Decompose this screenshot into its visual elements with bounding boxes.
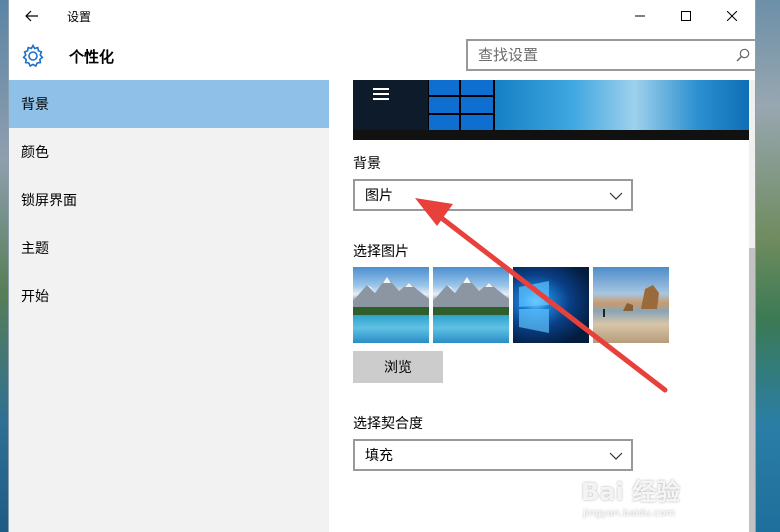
page-header: 个性化 — [9, 32, 755, 80]
close-icon — [727, 11, 737, 21]
mountain-image — [433, 277, 509, 315]
picture-thumbnails — [353, 267, 673, 343]
preview-wallpaper — [495, 80, 749, 130]
preview-taskbar — [353, 130, 749, 140]
search-box[interactable] — [466, 39, 755, 71]
sidebar-item-label: 颜色 — [21, 145, 49, 161]
baidu-watermark: Bai 经验 jingyan.baidu.com — [569, 468, 729, 526]
watermark-url: jingyan.baidu.com — [583, 508, 676, 519]
desktop-wallpaper-left — [0, 0, 8, 532]
minimize-icon — [635, 15, 645, 17]
browse-button[interactable]: 浏览 — [353, 351, 443, 383]
sidebar-item-lock-screen[interactable]: 锁屏界面 — [9, 176, 329, 224]
sidebar-item-label: 开始 — [21, 289, 49, 305]
back-button[interactable] — [9, 0, 55, 32]
picture-thumbnail-lake-1[interactable] — [353, 267, 429, 343]
desktop-wallpaper-right — [756, 0, 780, 532]
main-content: 背景 图片 选择图片 浏览 选择契合度 填充 — [329, 80, 755, 532]
picture-thumbnail-lake-2[interactable] — [433, 267, 509, 343]
sidebar-item-start[interactable]: 开始 — [9, 272, 329, 320]
minimize-button[interactable] — [617, 0, 663, 32]
sidebar-item-colors[interactable]: 颜色 — [9, 128, 329, 176]
background-dropdown[interactable]: 图片 — [353, 179, 633, 211]
window-controls — [617, 0, 755, 32]
background-dropdown-value: 图片 — [365, 188, 393, 204]
maximize-icon — [681, 11, 691, 21]
fit-dropdown-value: 填充 — [365, 448, 393, 464]
background-preview — [353, 80, 749, 140]
fit-dropdown[interactable]: 填充 — [353, 439, 633, 471]
beach-image — [603, 285, 659, 317]
sidebar-item-label: 背景 — [21, 97, 49, 113]
sidebar-item-background[interactable]: 背景 — [9, 80, 329, 128]
title-bar: 设置 — [9, 0, 755, 32]
page-title: 个性化 — [69, 48, 115, 66]
watermark-logo: Bai 经验 — [581, 478, 681, 506]
gear-icon — [22, 44, 44, 68]
fit-label: 选择契合度 — [353, 416, 423, 432]
close-button[interactable] — [709, 0, 755, 32]
preview-menu-lines — [373, 88, 389, 100]
chevron-down-icon — [609, 192, 623, 200]
preview-live-tiles — [429, 80, 493, 130]
scrollbar[interactable] — [749, 80, 755, 532]
search-input[interactable] — [468, 41, 728, 69]
sidebar: 背景 颜色 锁屏界面 主题 开始 — [9, 80, 329, 532]
search-icon[interactable] — [736, 48, 750, 62]
picture-thumbnail-windows[interactable] — [513, 267, 589, 343]
scroll-thumb[interactable] — [749, 248, 755, 532]
mountain-image — [353, 277, 429, 315]
settings-window: 设置 个性化 查找设置 背景 颜色 锁屏界面 主题 开始 背景 图片 选择图片 … — [8, 0, 756, 532]
picture-thumbnail-beach[interactable] — [593, 267, 669, 343]
back-arrow-icon — [25, 10, 38, 22]
windows-logo-image — [519, 281, 549, 333]
preview-start-menu — [353, 80, 428, 130]
maximize-button[interactable] — [663, 0, 709, 32]
sidebar-item-themes[interactable]: 主题 — [9, 224, 329, 272]
sidebar-item-label: 主题 — [21, 241, 49, 257]
window-title: 设置 — [67, 9, 92, 24]
chevron-down-icon — [609, 452, 623, 460]
choose-picture-label: 选择图片 — [353, 244, 409, 260]
sidebar-item-label: 锁屏界面 — [21, 193, 77, 209]
background-label: 背景 — [353, 156, 381, 172]
